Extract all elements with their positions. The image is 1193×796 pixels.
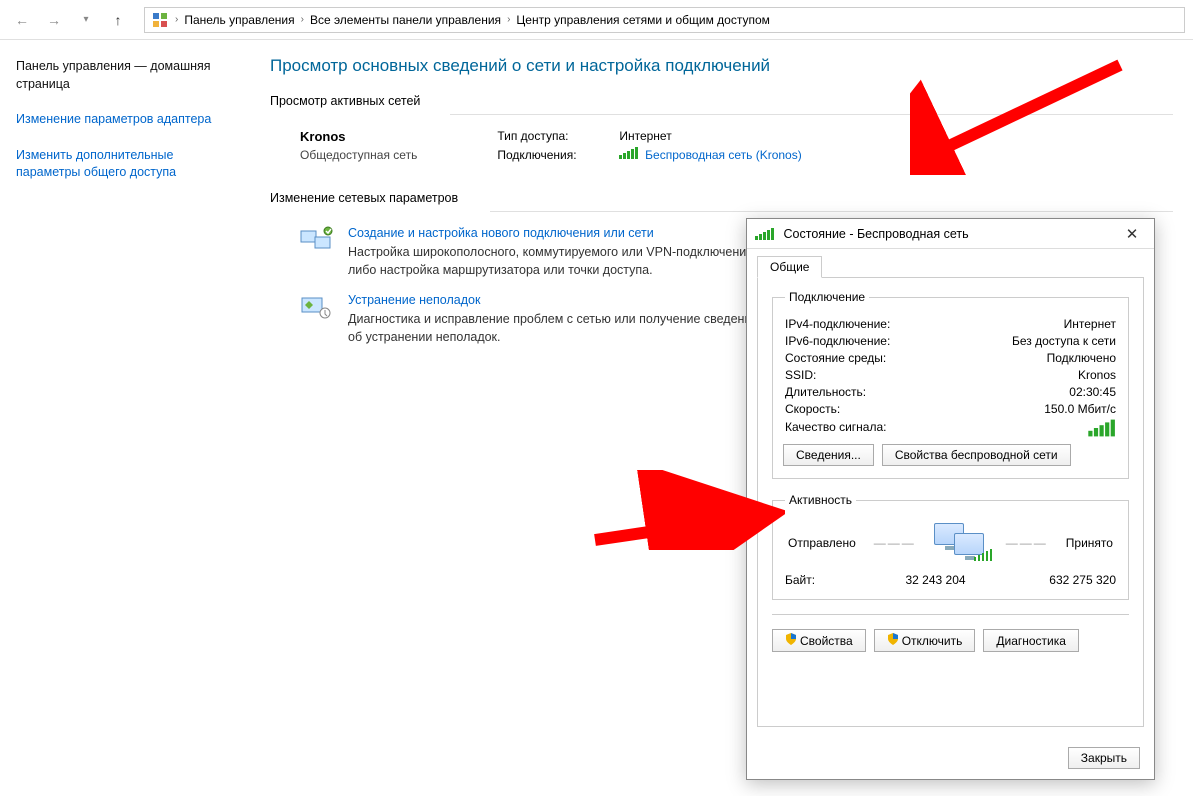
back-button[interactable]: ← xyxy=(8,6,36,34)
setup-new-connection-title[interactable]: Создание и настройка нового подключения … xyxy=(348,226,768,240)
connection-group-label: Подключение xyxy=(785,290,869,304)
setup-connection-icon xyxy=(300,226,334,254)
connection-group: Подключение IPv4-подключение: Интернет IP… xyxy=(772,290,1129,479)
activity-monitors-icon xyxy=(934,523,988,563)
ipv6-label: IPv6-подключение: xyxy=(785,334,890,348)
signal-quality-label: Качество сигнала: xyxy=(785,420,886,434)
troubleshoot-icon xyxy=(300,293,334,321)
active-networks-label: Просмотр активных сетей xyxy=(270,94,1173,108)
sidebar: Панель управления — домашняя страница Из… xyxy=(0,40,250,796)
ipv4-value: Интернет xyxy=(1064,317,1116,331)
sidebar-link-home[interactable]: Панель управления — домашняя страница xyxy=(16,58,234,93)
shield-icon xyxy=(785,633,797,645)
disable-button[interactable]: Отключить xyxy=(874,629,976,652)
breadcrumb-item[interactable]: Центр управления сетями и общим доступом xyxy=(516,13,770,27)
page-title: Просмотр основных сведений о сети и наст… xyxy=(270,56,1173,76)
properties-button[interactable]: Свойства xyxy=(772,629,866,652)
duration-value: 02:30:45 xyxy=(1069,385,1116,399)
activity-group: Активность Отправлено ——— ——— Принято Ба… xyxy=(772,493,1129,600)
breadcrumb[interactable]: › Панель управления › Все элементы панел… xyxy=(144,7,1185,33)
wifi-signal-icon xyxy=(755,228,774,240)
shield-icon xyxy=(887,633,899,645)
media-state-value: Подключено xyxy=(1047,351,1116,365)
setup-new-connection-desc: Настройка широкополосного, коммутируемог… xyxy=(348,244,768,279)
ssid-label: SSID: xyxy=(785,368,816,382)
tab-strip: Общие xyxy=(747,249,1154,277)
wifi-signal-icon xyxy=(619,147,638,159)
connection-link[interactable]: Беспроводная сеть (Kronos) xyxy=(645,148,802,162)
close-button[interactable]: ✕ xyxy=(1118,225,1146,243)
sidebar-link-adapter-settings[interactable]: Изменение параметров адаптера xyxy=(16,111,234,129)
recv-divider: ——— xyxy=(1006,536,1048,550)
details-button[interactable]: Сведения... xyxy=(783,444,874,466)
ssid-value: Kronos xyxy=(1078,368,1116,382)
speed-value: 150.0 Мбит/с xyxy=(1044,402,1116,416)
recent-locations-dropdown[interactable]: ▾ xyxy=(72,6,100,34)
media-state-label: Состояние среды: xyxy=(785,351,886,365)
tab-general[interactable]: Общие xyxy=(757,256,822,278)
control-panel-icon xyxy=(151,11,169,29)
change-settings-label: Изменение сетевых параметров xyxy=(270,191,1173,205)
sidebar-link-advanced-sharing[interactable]: Изменить дополнительные параметры общего… xyxy=(16,147,234,182)
close-bottom-button[interactable]: Закрыть xyxy=(1068,747,1140,769)
chevron-right-icon: › xyxy=(507,14,510,25)
network-profile: Общедоступная сеть xyxy=(300,148,417,162)
access-type-value: Интернет xyxy=(619,129,671,143)
received-label: Принято xyxy=(1066,536,1113,550)
wireless-status-dialog: Состояние - Беспроводная сеть ✕ Общие По… xyxy=(746,218,1155,780)
wireless-properties-button[interactable]: Свойства беспроводной сети xyxy=(882,444,1071,466)
navbar: ← → ▾ ↑ › Панель управления › Все элемен… xyxy=(0,0,1193,40)
activity-group-label: Активность xyxy=(785,493,856,507)
ipv4-label: IPv4-подключение: xyxy=(785,317,890,331)
bytes-sent-value: 32 243 204 xyxy=(856,573,966,587)
bytes-label: Байт: xyxy=(785,573,815,587)
diagnose-button[interactable]: Диагностика xyxy=(983,629,1079,652)
speed-label: Скорость: xyxy=(785,402,840,416)
breadcrumb-item[interactable]: Все элементы панели управления xyxy=(310,13,501,27)
breadcrumb-item[interactable]: Панель управления xyxy=(184,13,294,27)
sent-divider: ——— xyxy=(874,536,916,550)
troubleshoot-title[interactable]: Устранение неполадок xyxy=(348,293,768,307)
dialog-title: Состояние - Беспроводная сеть xyxy=(784,227,969,241)
forward-button[interactable]: → xyxy=(40,6,68,34)
wifi-signal-icon xyxy=(1088,420,1114,437)
access-type-label: Тип доступа: xyxy=(497,129,607,143)
ipv6-value: Без доступа к сети xyxy=(1012,334,1116,348)
up-button[interactable]: ↑ xyxy=(104,6,132,34)
chevron-right-icon: › xyxy=(301,14,304,25)
bytes-received-value: 632 275 320 xyxy=(1006,573,1116,587)
troubleshoot-desc: Диагностика и исправление проблем с сеть… xyxy=(348,311,768,346)
duration-label: Длительность: xyxy=(785,385,866,399)
sent-label: Отправлено xyxy=(788,536,856,550)
active-networks: Kronos Общедоступная сеть Тип доступа: И… xyxy=(300,129,1173,166)
chevron-right-icon: › xyxy=(175,14,178,25)
connections-label: Подключения: xyxy=(497,148,607,162)
network-name: Kronos xyxy=(300,129,417,144)
